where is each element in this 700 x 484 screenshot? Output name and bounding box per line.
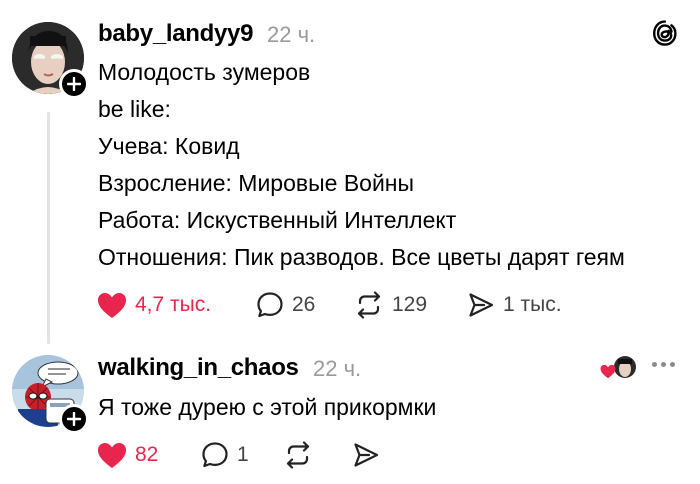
post-username[interactable]: baby_landyy9 (98, 20, 253, 48)
post-timestamp: 22 ч. (267, 22, 316, 47)
post-repost-button[interactable]: 129 (354, 289, 427, 321)
send-share-icon (354, 443, 379, 467)
comment-bubble-icon (257, 292, 283, 318)
post-comment-count: 26 (292, 293, 316, 316)
reply-repost-button[interactable] (283, 439, 313, 471)
post-like-button[interactable]: 4,7 тыс. (97, 289, 211, 321)
repost-icon (286, 441, 310, 469)
reply-share-button[interactable] (352, 439, 380, 471)
send-share-icon (469, 293, 494, 317)
reply-timestamp: 22 ч. (313, 356, 362, 381)
heart-filled-icon (98, 442, 126, 468)
reply-like-count: 82 (135, 443, 159, 466)
plus-icon (67, 412, 81, 426)
heart-filled-icon (98, 292, 126, 318)
follow-plus-button[interactable] (59, 69, 89, 99)
post-text-line: Молодость зумеров (98, 59, 311, 85)
follow-plus-button[interactable] (59, 404, 89, 434)
post-share-button[interactable]: 1 тыс. (467, 289, 562, 321)
comment-bubble-icon (202, 442, 228, 468)
post-text-line: Взросление: Мировые Войны (98, 170, 415, 196)
post-text-line: Отношения: Пик разводов. Все цветы дарят… (98, 244, 625, 270)
post-like-count: 4,7 тыс. (135, 293, 212, 316)
more-options-icon[interactable] (652, 362, 675, 367)
post-comment-button[interactable]: 26 (256, 289, 315, 321)
post-text-line: be like: (98, 96, 171, 122)
post-text-line: Работа: Искуственный Интеллект (98, 207, 457, 233)
plus-icon (67, 77, 81, 91)
thread-connector-line (47, 112, 50, 344)
reply-comment-button[interactable]: 1 (201, 439, 249, 471)
post-share-count: 1 тыс. (503, 293, 562, 316)
person-avatar-icon (614, 356, 636, 378)
post-repost-count: 129 (392, 293, 428, 316)
threads-logo-icon[interactable] (652, 19, 678, 52)
post-text-line: Учева: Ковид (98, 133, 240, 159)
reply-username[interactable]: walking_in_chaos (98, 354, 299, 382)
repost-icon (357, 291, 381, 319)
liked-by-author-indicator (600, 354, 640, 382)
reply-text: Я тоже дурею с этой прикормки (98, 394, 437, 420)
heart-filled-icon (600, 364, 616, 379)
reply-like-button[interactable]: 82 (97, 439, 158, 471)
reply-comment-count: 1 (237, 443, 249, 466)
